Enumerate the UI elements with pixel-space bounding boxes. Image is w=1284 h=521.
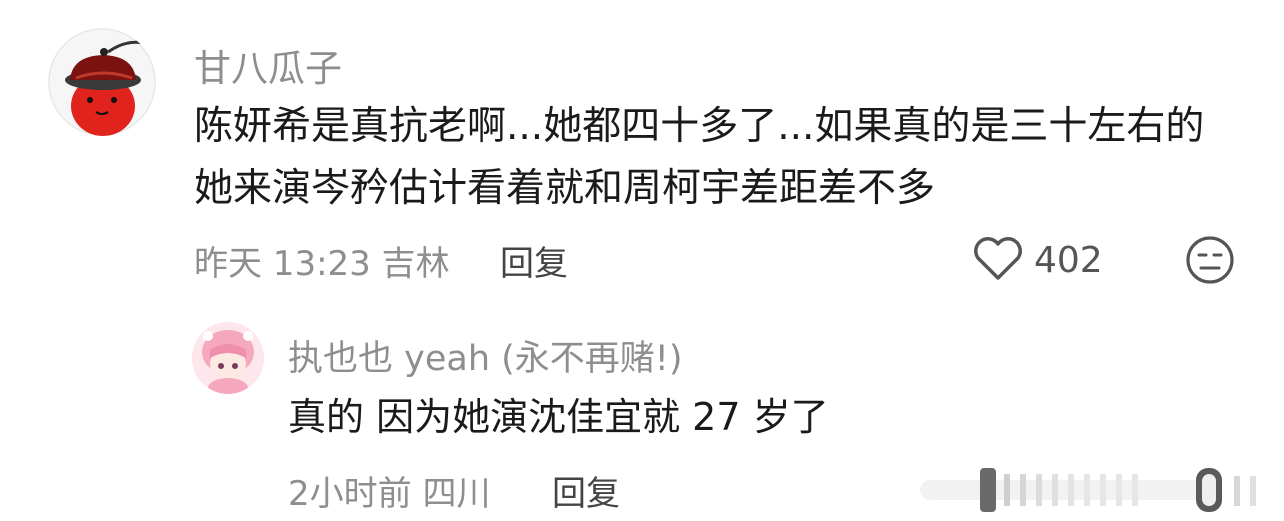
reply-location: 四川 [422,474,491,514]
watermark-icon [920,468,1256,512]
avatar[interactable] [192,322,264,394]
reaction-button[interactable] [1184,234,1236,286]
watermark [920,468,1280,512]
comment-location: 吉林 [381,244,450,284]
reply-username[interactable]: 执也也 yeah (永不再赌!) [288,330,682,381]
neutral-face-icon [1186,236,1234,284]
reply-button[interactable]: 回复 [552,466,620,515]
red-face-hat-icon [48,28,156,136]
comment-username[interactable]: 甘八瓜子 [194,38,342,92]
comment-text: 陈妍希是真抗老啊...她都四十多了...如果真的是三十左右的她来演岑矜估计看着就… [194,104,1205,211]
comment-meta: 昨天 13:23 吉林 [194,236,450,285]
reply-date: 2小时前 [288,474,412,514]
reply-meta: 2小时前 四川 [288,466,490,515]
reply-text: 真的 因为她演沈佳宜就 27 岁了 [288,395,829,439]
pink-anime-girl-icon [192,322,264,394]
comment-date: 昨天 13:23 [194,244,371,284]
reply-button[interactable]: 回复 [500,236,568,285]
heart-outline-icon [974,237,1022,280]
like-count: 402 [1034,240,1103,281]
avatar[interactable] [48,28,156,136]
